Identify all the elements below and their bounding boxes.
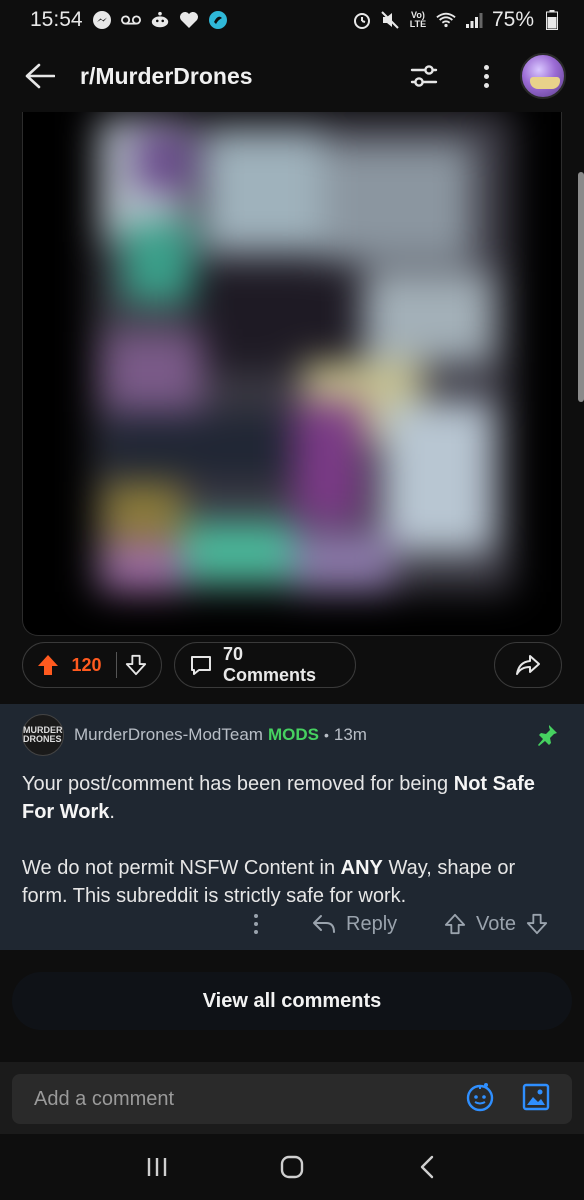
- home-button[interactable]: [272, 1147, 312, 1187]
- blurred-nsfw-image: [63, 112, 533, 602]
- clock: 15:54: [30, 8, 83, 31]
- vote-divider: [115, 652, 117, 678]
- volte-icon: Vo) LTE: [409, 10, 427, 29]
- wifi-icon: [436, 10, 456, 30]
- upvote-button[interactable]: [35, 650, 62, 680]
- downvote-arrow-icon: [125, 654, 146, 676]
- vote-count: 120: [71, 654, 102, 675]
- image-upload-icon[interactable]: [522, 1083, 550, 1116]
- back-arrow-icon: [25, 63, 55, 89]
- messenger-icon: [92, 10, 112, 30]
- status-bar: 15:54 Vo) LTE 75%: [0, 0, 584, 40]
- reddit-icon: [150, 10, 170, 30]
- chevron-left-icon: [420, 1155, 433, 1179]
- comment-vote-control: Vote: [444, 913, 548, 936]
- comment-bubble-icon: [190, 656, 211, 675]
- comment-more-button[interactable]: [250, 909, 262, 939]
- mod-comment: MURDER DRONES MurderDrones-ModTeam MODS …: [0, 704, 584, 950]
- reply-label: Reply: [346, 912, 398, 935]
- user-avatar[interactable]: [520, 53, 566, 99]
- mod-avatar[interactable]: MURDER DRONES: [22, 714, 64, 756]
- comments-count-label: 70 Comments: [222, 644, 316, 685]
- vote-label: Vote: [476, 912, 517, 935]
- vote-control: 120: [22, 642, 162, 688]
- share-arrow-icon: [516, 655, 540, 675]
- battery-percent: 75%: [491, 8, 534, 31]
- recents-icon: [148, 1158, 167, 1176]
- comment-downvote-icon[interactable]: [526, 913, 548, 935]
- sliders-icon: [410, 65, 438, 87]
- add-comment-input[interactable]: Add a comment: [12, 1074, 572, 1124]
- scrollbar[interactable]: [578, 172, 584, 402]
- comment-actions: Reply Vote: [0, 906, 584, 942]
- upvote-arrow-icon: [38, 655, 59, 675]
- downvote-button[interactable]: [122, 650, 149, 680]
- recent-apps-button[interactable]: [137, 1147, 177, 1187]
- back-button[interactable]: [24, 60, 56, 92]
- pin-icon: [534, 722, 560, 748]
- voicemail-icon: [120, 10, 141, 30]
- reply-button[interactable]: Reply: [312, 913, 397, 936]
- alarm-icon: [352, 10, 372, 30]
- comment-paragraph-2: We do not permit NSFW Content in ANY Way…: [22, 857, 516, 907]
- comment-age: 13m: [333, 725, 367, 744]
- system-back-button[interactable]: [407, 1147, 447, 1187]
- overflow-menu-button[interactable]: [480, 60, 492, 92]
- subreddit-title[interactable]: r/MurderDrones: [80, 63, 253, 90]
- sort-filter-button[interactable]: [408, 60, 440, 92]
- separator-dot: •: [323, 727, 329, 743]
- snoo-avatar-icon[interactable]: [464, 1081, 496, 1118]
- signal-icon: [464, 10, 484, 30]
- comment-placeholder: Add a comment: [34, 1087, 175, 1110]
- home-icon: [280, 1155, 304, 1179]
- share-button[interactable]: [494, 642, 562, 688]
- mute-icon: [380, 10, 400, 30]
- post-action-bar: 120 70 Comments: [22, 642, 562, 688]
- heart-icon: [179, 10, 199, 30]
- comment-upvote-icon[interactable]: [444, 913, 466, 935]
- comment-author[interactable]: MurderDrones-ModTeam: [74, 725, 263, 745]
- app-bar: r/MurderDrones: [0, 40, 584, 112]
- view-all-comments-button[interactable]: View all comments: [12, 972, 572, 1030]
- comment-paragraph-1: Your post/comment has been removed for b…: [22, 773, 535, 823]
- reply-arrow-icon: [313, 915, 335, 933]
- app-notification-icon: [208, 10, 228, 30]
- battery-icon: [542, 10, 562, 30]
- comment-body: Your post/comment has been removed for b…: [22, 770, 562, 910]
- comments-button[interactable]: 70 Comments: [174, 642, 356, 688]
- post-image[interactable]: [22, 112, 562, 636]
- mods-badge: MODS: [267, 725, 319, 744]
- system-nav-bar: [0, 1134, 584, 1200]
